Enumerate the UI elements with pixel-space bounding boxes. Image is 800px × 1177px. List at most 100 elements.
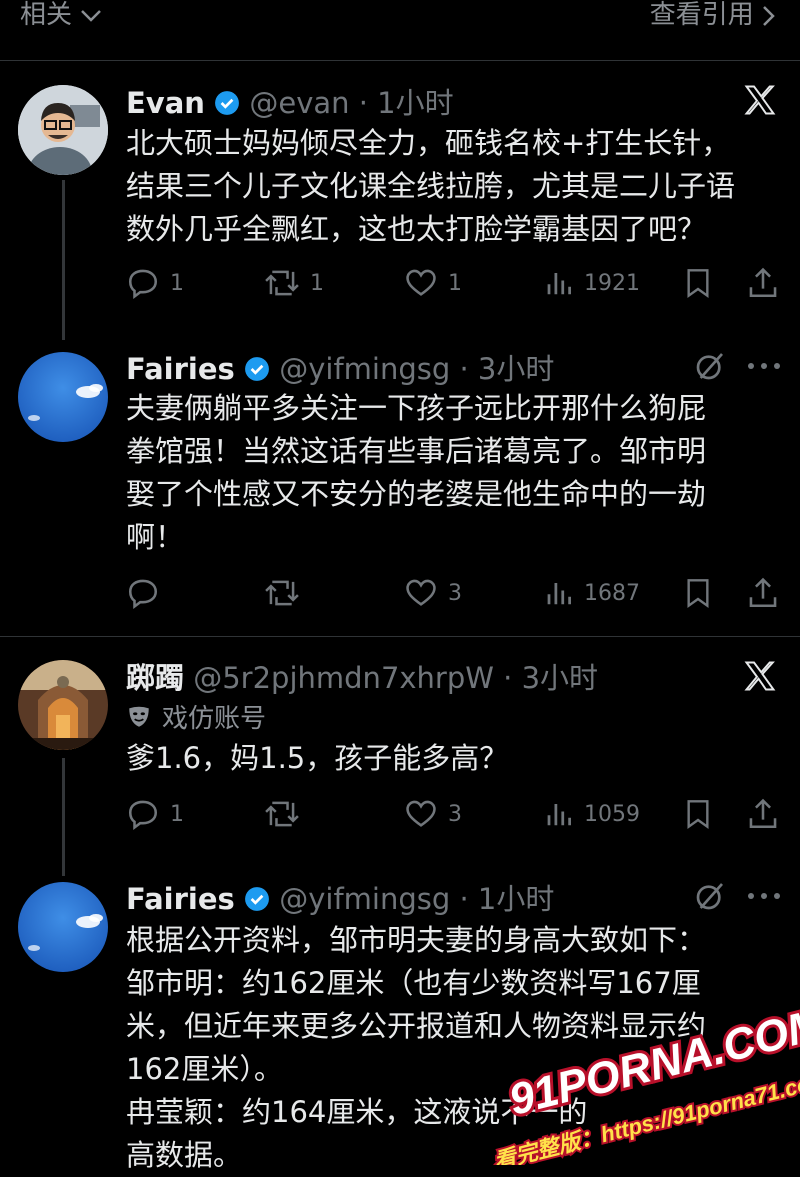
views-icon bbox=[547, 273, 571, 295]
bookmark-button[interactable] bbox=[682, 794, 714, 834]
handle-and-time[interactable]: @yifmingsg · 3小时 bbox=[279, 352, 554, 386]
action-bar: 3 1687 bbox=[126, 573, 780, 613]
handle-and-time[interactable]: @yifmingsg · 1小时 bbox=[279, 882, 554, 916]
divider bbox=[0, 60, 800, 61]
avatar[interactable] bbox=[18, 660, 108, 750]
text-line: 结果三个儿子文化课全线拉胯，尤其是二儿子语 bbox=[126, 169, 736, 203]
thread-line bbox=[62, 180, 65, 340]
repost-icon bbox=[265, 801, 299, 827]
like-count: 3 bbox=[448, 580, 462, 606]
author-name[interactable]: 踯躅 bbox=[126, 661, 184, 695]
bookmark-icon bbox=[687, 269, 709, 298]
views-icon bbox=[547, 583, 571, 605]
post-text: 北大硕士妈妈倾尽全力，砸钱名校+打生长针， 结果三个儿子文化课全线拉胯，尤其是二… bbox=[126, 122, 786, 251]
parody-text: 戏仿账号 bbox=[162, 704, 267, 734]
more-options-icon[interactable] bbox=[746, 361, 782, 371]
views-button[interactable]: 1921 bbox=[544, 263, 640, 303]
grok-icon[interactable] bbox=[694, 350, 726, 382]
verified-badge-icon bbox=[245, 357, 269, 381]
x-logo-icon bbox=[744, 85, 776, 115]
post-text: 夫妻俩躺平多关注一下孩子远比开那什么狗屁 拳馆强！当然这话有些事后诸葛亮了。邹市… bbox=[126, 387, 786, 559]
bookmark-icon bbox=[687, 579, 709, 608]
grok-icon[interactable] bbox=[694, 880, 726, 912]
view-count: 1059 bbox=[584, 801, 640, 827]
chevron-down-icon bbox=[81, 9, 102, 22]
handle-and-time[interactable]: @evan · 1小时 bbox=[249, 86, 453, 120]
chevron-right-icon bbox=[763, 5, 775, 26]
share-button[interactable] bbox=[746, 794, 780, 834]
bookmark-icon bbox=[687, 800, 709, 829]
author-name[interactable]: Fairies bbox=[126, 352, 235, 386]
thread-line bbox=[62, 758, 65, 876]
text-line: 娶了个性感又不安分的老婆是他生命中的一劫 bbox=[126, 477, 707, 511]
text-line: 根据公开资料，邹市明夫妻的身高大致如下： bbox=[126, 923, 707, 957]
theater-mask-icon bbox=[129, 706, 149, 727]
repost-icon bbox=[265, 580, 299, 606]
repost-button[interactable]: 1 bbox=[264, 263, 324, 303]
views-icon bbox=[547, 804, 571, 826]
heart-icon bbox=[406, 579, 436, 606]
avatar[interactable] bbox=[18, 882, 108, 972]
heart-icon bbox=[406, 800, 436, 827]
view-count: 1687 bbox=[584, 580, 640, 606]
reply-icon bbox=[128, 800, 158, 831]
post-header: 踯躅 @5r2pjhmdn7xhrpW · 3小时 bbox=[126, 655, 598, 697]
author-name[interactable]: Evan bbox=[126, 86, 205, 120]
more-options-icon[interactable] bbox=[746, 891, 782, 901]
like-button[interactable]: 3 bbox=[404, 794, 462, 834]
text-line: 数外几乎全飘红，这也太打脸学霸基因了吧？ bbox=[126, 212, 707, 246]
view-quotes-link[interactable]: 查看引用 bbox=[650, 0, 776, 31]
divider bbox=[0, 636, 800, 637]
post-header: Fairies @yifmingsg · 1小时 bbox=[126, 876, 554, 918]
bookmark-button[interactable] bbox=[682, 263, 714, 303]
view-quotes-label: 查看引用 bbox=[649, 0, 754, 30]
reply-icon bbox=[128, 269, 158, 300]
views-button[interactable]: 1059 bbox=[544, 794, 640, 834]
author-name[interactable]: Fairies bbox=[126, 882, 235, 916]
avatar[interactable] bbox=[18, 85, 108, 175]
verified-badge-icon bbox=[215, 91, 240, 115]
bookmark-button[interactable] bbox=[682, 573, 714, 613]
verified-badge-icon bbox=[245, 887, 269, 911]
repost-button[interactable] bbox=[264, 794, 310, 834]
repost-button[interactable] bbox=[264, 573, 310, 613]
like-count: 3 bbox=[448, 801, 462, 827]
repost-icon bbox=[265, 270, 299, 296]
watermark: 91PORNA.COM 看完整版：https://91porna71.com bbox=[489, 1005, 800, 1165]
reply-count: 1 bbox=[170, 801, 184, 827]
related-dropdown[interactable]: 相关 bbox=[20, 0, 102, 31]
view-count: 1921 bbox=[584, 270, 640, 296]
avatar[interactable] bbox=[18, 352, 108, 442]
text-line: 爹1.6，妈1.5，孩子能多高？ bbox=[126, 741, 509, 775]
repost-count: 1 bbox=[310, 270, 324, 296]
like-button[interactable]: 3 bbox=[404, 573, 462, 613]
post-header: Fairies @yifmingsg · 3小时 bbox=[126, 346, 554, 388]
action-bar: 1 1 1 1921 bbox=[126, 263, 780, 303]
heart-icon bbox=[406, 269, 436, 296]
reply-icon bbox=[128, 579, 158, 610]
text-line: 北大硕士妈妈倾尽全力，砸钱名校+打生长针， bbox=[126, 126, 731, 160]
action-bar: 1 3 1059 bbox=[126, 794, 780, 834]
share-button[interactable] bbox=[746, 573, 780, 613]
x-logo-icon bbox=[744, 661, 776, 691]
handle-and-time[interactable]: @5r2pjhmdn7xhrpW · 3小时 bbox=[193, 661, 598, 695]
like-button[interactable]: 1 bbox=[404, 263, 462, 303]
text-line: 拳馆强！当然这话有些事后诸葛亮了。邹市明 bbox=[126, 434, 707, 468]
text-line: 夫妻俩躺平多关注一下孩子远比开那什么狗屁 bbox=[126, 391, 707, 425]
parody-label: 戏仿账号 bbox=[126, 698, 266, 735]
share-icon bbox=[749, 798, 777, 829]
reply-button[interactable]: 1 bbox=[126, 794, 184, 834]
reply-button[interactable] bbox=[126, 573, 170, 613]
reply-button[interactable]: 1 bbox=[126, 263, 184, 303]
share-icon bbox=[749, 577, 777, 608]
views-button[interactable]: 1687 bbox=[544, 573, 640, 613]
text-line: 邹市明：约162厘米（也有少数资料写167厘 bbox=[126, 966, 701, 1000]
top-bar: 相关 查看引用 bbox=[0, 0, 800, 40]
related-label: 相关 bbox=[20, 0, 73, 30]
post-text: 爹1.6，妈1.5，孩子能多高？ bbox=[126, 737, 786, 780]
share-button[interactable] bbox=[746, 263, 780, 303]
reply-count: 1 bbox=[170, 270, 184, 296]
like-count: 1 bbox=[448, 270, 462, 296]
share-icon bbox=[749, 267, 777, 298]
text-line: 啊！ bbox=[126, 520, 185, 554]
